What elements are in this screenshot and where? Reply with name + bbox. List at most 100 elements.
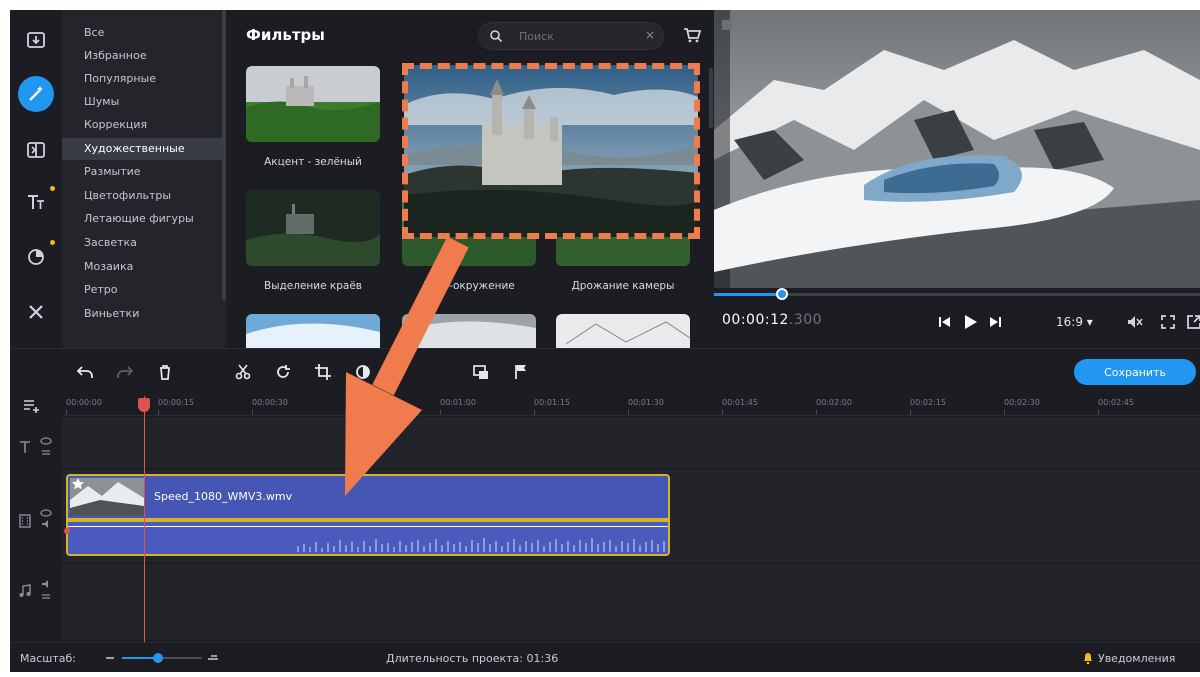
filter-thumb-accent-green[interactable] <box>246 66 380 142</box>
detach-preview-icon[interactable] <box>1186 314 1200 330</box>
playhead[interactable] <box>144 396 145 642</box>
notifications-button[interactable]: Уведомления <box>1098 652 1175 665</box>
next-frame-icon[interactable] <box>988 314 1002 330</box>
panel-title: Фильтры <box>246 26 325 44</box>
airplane-video-frame <box>714 10 1200 288</box>
ruler-tick <box>1004 410 1005 415</box>
bell-icon[interactable] <box>1082 651 1094 665</box>
ruler-tick <box>1098 410 1099 415</box>
visibility-icon[interactable] <box>40 436 52 458</box>
mute-icon[interactable] <box>1126 314 1144 330</box>
category-popular[interactable]: Популярные <box>62 68 226 90</box>
category-light-leaks[interactable]: Засветка <box>62 232 226 254</box>
playhead-handle[interactable] <box>138 398 150 412</box>
search-box[interactable]: × <box>478 22 664 50</box>
highlight-dashed-frame <box>402 63 700 239</box>
category-color-filters[interactable]: Цветофильтры <box>62 185 226 207</box>
new-badge <box>50 240 55 245</box>
fullscreen-icon[interactable] <box>1160 314 1176 330</box>
category-noise[interactable]: Шумы <box>62 91 226 113</box>
import-icon <box>27 32 45 48</box>
project-duration: Длительность проекта: 01:36 <box>386 652 559 665</box>
sticker-icon <box>28 249 44 265</box>
ruler-label: 00:01:00 <box>440 398 476 407</box>
category-retro[interactable]: Ретро <box>62 279 226 301</box>
crop-icon[interactable] <box>314 363 332 381</box>
preview-player: 00:00:12.300 16:9 ▾ <box>714 10 1200 348</box>
filter-label: Акцент - зелёный <box>264 156 362 168</box>
zoom-out-icon[interactable] <box>104 653 116 663</box>
ruler-label: 00:00:30 <box>252 398 288 407</box>
color-adjust-icon[interactable] <box>354 363 372 381</box>
ruler-label: 00:00:00 <box>66 398 102 407</box>
titles-icon <box>28 195 44 209</box>
timeline-toolbar: Сохранить <box>10 348 1200 394</box>
zoom-label: Масштаб: <box>20 652 76 665</box>
seek-handle[interactable] <box>776 288 789 300</box>
volume-keyframe[interactable] <box>64 528 70 534</box>
save-button[interactable]: Сохранить <box>1074 359 1196 385</box>
store-cart-icon[interactable] <box>682 26 702 44</box>
text-track[interactable] <box>62 418 1200 468</box>
tools-icon <box>29 305 43 319</box>
time-ruler[interactable]: 00:00:00 00:00:15 00:00:30 00:00:45 00:0… <box>62 394 1200 416</box>
picture-in-picture-icon[interactable] <box>472 363 490 381</box>
video-clip[interactable]: Speed_1080_WMV3.wmv <box>66 474 670 556</box>
titles-tool-button[interactable] <box>18 184 54 220</box>
aspect-ratio-select[interactable]: 16:9 ▾ <box>1056 315 1093 329</box>
filter-label: Дрожание камеры <box>571 280 675 292</box>
category-blur[interactable]: Размытие <box>62 161 226 183</box>
category-artistic[interactable]: Художественные <box>62 138 226 160</box>
magic-wand-icon <box>29 86 43 101</box>
filters-scrollbar[interactable] <box>709 68 713 128</box>
previous-frame-icon[interactable] <box>938 314 952 330</box>
filters-tool-button[interactable] <box>18 76 54 112</box>
clear-icon[interactable]: × <box>645 28 655 42</box>
search-input[interactable] <box>519 27 639 45</box>
ruler-label: 00:02:45 <box>1098 398 1134 407</box>
audio-track[interactable] <box>62 564 1200 640</box>
rotate-icon[interactable] <box>274 363 292 381</box>
ruler-tick <box>158 410 159 415</box>
ruler-label: 00:02:00 <box>816 398 852 407</box>
ruler-label: 00:01:45 <box>722 398 758 407</box>
cut-icon[interactable] <box>234 363 252 381</box>
category-mosaic[interactable]: Мозаика <box>62 256 226 278</box>
clip-video-part: Speed_1080_WMV3.wmv <box>68 476 668 518</box>
mute-track-icon[interactable] <box>40 580 52 602</box>
timecode: 00:00:12.300 <box>722 312 822 328</box>
undo-icon[interactable] <box>76 363 94 381</box>
ruler-tick <box>346 410 347 415</box>
import-button[interactable] <box>18 22 54 58</box>
transitions-tool-button[interactable] <box>18 132 54 168</box>
category-favorites[interactable]: Избранное <box>62 45 226 67</box>
ruler-tick <box>816 410 817 415</box>
filter-label: Выделение краёв <box>264 280 362 292</box>
category-vignettes[interactable]: Виньетки <box>62 303 226 325</box>
redo-icon[interactable] <box>116 363 134 381</box>
movavi-video-editor: Все Избранное Популярные Шумы Коррекция … <box>10 10 1200 672</box>
filter-label: Гало-окружение <box>423 280 515 292</box>
marker-flag-icon[interactable] <box>512 363 530 381</box>
category-all[interactable]: Все <box>62 22 226 44</box>
zoom-slider-handle[interactable] <box>153 653 163 663</box>
new-badge <box>50 186 55 191</box>
more-tools-button[interactable] <box>18 294 54 330</box>
category-flying-shapes[interactable]: Летающие фигуры <box>62 208 226 230</box>
ruler-label: 00:00:45 <box>346 398 382 407</box>
stickers-tool-button[interactable] <box>18 238 54 274</box>
track-headers <box>10 394 62 642</box>
play-icon[interactable] <box>962 314 978 330</box>
delete-icon[interactable] <box>156 363 174 381</box>
volume-envelope[interactable] <box>68 526 668 527</box>
visibility-icon[interactable] <box>40 508 52 530</box>
filter-thumb-edge-detect[interactable] <box>246 190 380 266</box>
timeline[interactable]: 00:00:00 00:00:15 00:00:30 00:00:45 00:0… <box>62 394 1200 642</box>
filter-categories: Все Избранное Популярные Шумы Коррекция … <box>62 10 226 348</box>
text-track-icon <box>20 441 30 453</box>
add-track-icon[interactable] <box>22 398 42 414</box>
video-preview[interactable] <box>714 10 1200 288</box>
category-correction[interactable]: Коррекция <box>62 114 226 136</box>
zoom-in-icon[interactable] <box>206 651 220 663</box>
timecode-main: 00:00:12 <box>722 312 789 328</box>
